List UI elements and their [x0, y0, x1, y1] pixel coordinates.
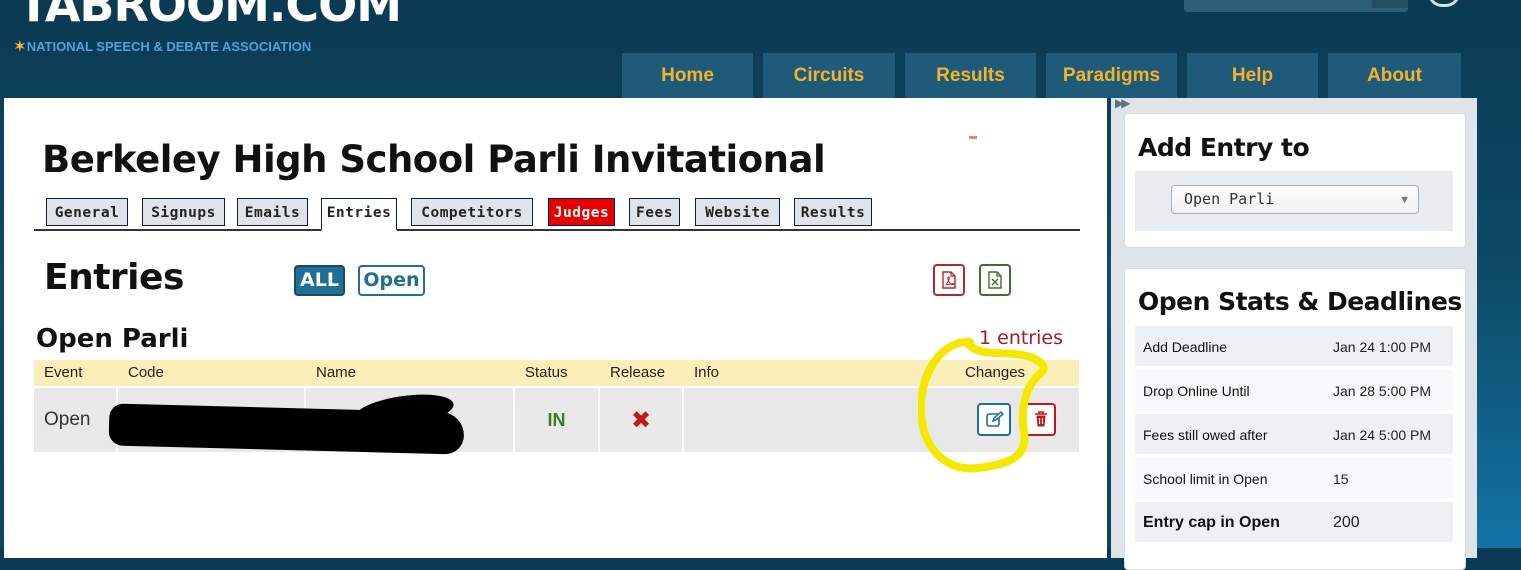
nav-results[interactable]: Results [905, 53, 1036, 98]
pdf-export-button[interactable] [933, 264, 965, 296]
tab-entries[interactable]: Entries [321, 198, 397, 231]
col-code[interactable]: Code [118, 360, 304, 386]
site-logo[interactable]: TABROOM.COM [18, 0, 402, 32]
tab-judges[interactable]: Judges [548, 198, 615, 226]
cell-info [684, 388, 955, 452]
stat-row: Drop Online Until Jan 28 5:00 PM [1135, 370, 1453, 412]
filter-open-button[interactable]: Open [358, 265, 425, 296]
top-nav: Home Circuits Results Paradigms Help Abo… [622, 53, 1461, 98]
nav-home[interactable]: Home [622, 53, 753, 98]
page-title: Berkeley High School Parli Invitational [42, 138, 826, 181]
tournament-tabs: General Signups Emails Entries Competito… [34, 198, 1080, 231]
event-select-wrapper: Open Parli ▼ [1135, 171, 1453, 231]
stat-label: Drop Online Until [1143, 383, 1250, 399]
search-button[interactable] [1372, 0, 1408, 8]
collapse-sidebar-icon[interactable]: ▶▶ [1115, 96, 1131, 110]
col-changes[interactable]: Changes [955, 360, 1079, 386]
event-name: Open Parli [36, 324, 189, 354]
table-row: Open IN ✖ [34, 388, 1079, 455]
stats-title: Open Stats & Deadlines [1138, 287, 1462, 316]
cell-status: IN [515, 388, 600, 452]
stat-value: 15 [1333, 471, 1349, 487]
col-status[interactable]: Status [515, 360, 599, 386]
tab-signups[interactable]: Signups [142, 198, 225, 226]
tab-emails[interactable]: Emails [237, 198, 308, 226]
stat-value: Jan 28 5:00 PM [1333, 383, 1432, 399]
main-content: Berkeley High School Parli Invitational … [4, 98, 1107, 558]
tab-competitors[interactable]: Competitors [411, 198, 533, 226]
pdf-file-icon [942, 271, 956, 289]
site-brand[interactable]: TABROOM.COM ✶NATIONAL SPEECH & DEBATE AS… [0, 0, 402, 58]
stat-value: Jan 24 5:00 PM [1333, 427, 1432, 443]
trash-icon [1035, 411, 1047, 427]
stat-row: School limit in Open 15 [1135, 458, 1453, 500]
event-select[interactable]: Open Parli ▼ [1171, 185, 1419, 214]
stat-row: Add Deadline Jan 24 1:00 PM [1135, 326, 1453, 368]
edit-icon [986, 411, 1004, 427]
nav-about[interactable]: About [1328, 53, 1461, 98]
cell-event: Open [34, 388, 118, 452]
excel-file-icon [988, 271, 1002, 289]
stat-label: Entry cap in Open [1143, 514, 1280, 531]
col-event[interactable]: Event [34, 360, 116, 386]
edit-entry-button[interactable] [977, 403, 1011, 436]
search-input[interactable] [1184, 0, 1408, 12]
delete-entry-button[interactable] [1024, 403, 1056, 436]
entries-heading: Entries [44, 257, 184, 298]
table-header: Event Code Name Status Release Info Chan… [34, 360, 1079, 386]
col-name[interactable]: Name [306, 360, 514, 386]
star-icon: ✶ [14, 38, 26, 54]
stats-panel: Open Stats & Deadlines Add Deadline Jan … [1124, 268, 1466, 570]
nav-circuits[interactable]: Circuits [763, 53, 895, 98]
sidebar: ▶▶ Add Entry to Open Parli ▼ Open Stats … [1111, 96, 1477, 570]
stat-value: Jan 24 1:00 PM [1333, 339, 1432, 355]
association-name: ✶NATIONAL SPEECH & DEBATE ASSOCIATION [14, 38, 311, 55]
stat-row: Fees still owed after Jan 24 5:00 PM [1135, 414, 1453, 456]
chevron-down-icon: ▼ [1401, 193, 1408, 206]
page-edge [1477, 0, 1521, 548]
cell-release: ✖ [600, 388, 684, 452]
stat-label: Add Deadline [1143, 339, 1228, 355]
tab-website[interactable]: Website [695, 198, 780, 226]
add-entry-panel: Add Entry to Open Parli ▼ [1124, 113, 1466, 248]
nav-paradigms[interactable]: Paradigms [1046, 53, 1177, 98]
nav-help[interactable]: Help [1187, 53, 1318, 98]
tab-fees[interactable]: Fees [629, 198, 680, 226]
filter-all-button[interactable]: ALL [294, 265, 345, 296]
tab-general[interactable]: General [46, 198, 128, 226]
entry-count: 1 entries [979, 327, 1063, 349]
account-icon[interactable] [1428, 0, 1460, 7]
tab-results[interactable]: Results [794, 198, 872, 226]
excel-export-button[interactable] [979, 264, 1011, 296]
add-entry-title: Add Entry to [1138, 133, 1310, 162]
stat-label: Fees still owed after [1143, 427, 1268, 443]
event-select-value: Open Parli [1184, 190, 1275, 208]
decorative-mark [969, 136, 977, 139]
col-info[interactable]: Info [684, 360, 934, 386]
stat-value: 200 [1333, 514, 1360, 531]
stat-row: Entry cap in Open 200 [1135, 502, 1453, 544]
col-release[interactable]: Release [600, 360, 684, 386]
association-label: NATIONAL SPEECH & DEBATE ASSOCIATION [26, 39, 312, 54]
stat-label: School limit in Open [1143, 471, 1268, 487]
